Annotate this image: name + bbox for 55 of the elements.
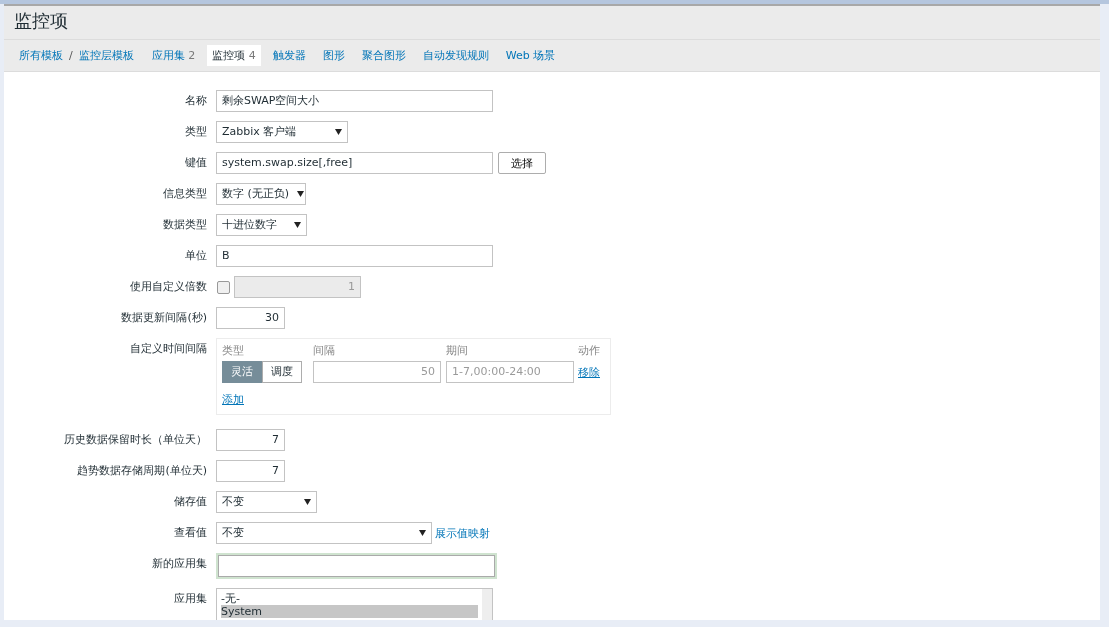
column-header: 间隔 — [313, 343, 336, 358]
caret-icon — [419, 530, 426, 536]
select-button[interactable]: 选择 — [498, 152, 546, 174]
list-option[interactable]: System — [221, 605, 478, 618]
column-header: 动作 — [578, 343, 601, 358]
tab[interactable]: Web 场景 — [500, 45, 561, 66]
breadcrumb-link[interactable]: 监控层模板 — [73, 45, 139, 66]
column-header: 类型 — [222, 343, 245, 358]
application-listbox[interactable]: -无- System — [216, 588, 493, 620]
tab[interactable]: 聚合图形 — [356, 45, 411, 66]
field-label: 趋势数据存储周期(单位天) — [76, 463, 207, 479]
tab[interactable]: 监控项 4 — [207, 45, 261, 66]
value-mapping-link[interactable]: 展示值映射 — [435, 525, 490, 541]
tab[interactable]: 自动发现规则 — [417, 45, 494, 66]
page-title: 监控项 — [4, 6, 1100, 40]
tab[interactable]: 应用集 2 — [146, 45, 201, 66]
column-header: 期间 — [446, 343, 469, 358]
dropdown[interactable]: Zabbix 客户端 — [216, 121, 348, 143]
field-label: 类型 — [184, 124, 207, 140]
field-label: 历史数据保留时长（单位天） — [63, 432, 207, 448]
breadcrumb-link[interactable]: 所有模板 — [14, 45, 68, 66]
number-field[interactable]: 7 — [216, 460, 285, 482]
field-label: 新的应用集 — [151, 556, 207, 572]
number-field[interactable]: 7 — [216, 429, 285, 451]
field-label: 应用集 — [173, 591, 207, 607]
field-label: 单位 — [184, 248, 207, 264]
dropdown[interactable]: 十进位数字 — [216, 214, 307, 236]
field-label: 键值 — [184, 155, 207, 171]
field-label: 信息类型 — [162, 186, 207, 202]
dropdown[interactable]: 数字 (无正负) — [216, 183, 306, 205]
field-label: 名称 — [184, 93, 207, 109]
remove-link[interactable]: 移除 — [578, 364, 605, 380]
number-field[interactable]: 30 — [216, 307, 285, 329]
caret-icon — [294, 222, 301, 228]
text-field[interactable]: system.swap.size[,free] — [216, 152, 493, 174]
text-field[interactable]: B — [216, 245, 493, 267]
field-label: 自定义时间间隔 — [129, 341, 207, 357]
dropdown[interactable]: 不变 — [216, 491, 317, 513]
list-option[interactable]: -无- — [221, 592, 478, 605]
field-label: 数据更新间隔(秒) — [120, 310, 207, 326]
tab[interactable]: 触发器 — [267, 45, 311, 66]
text-field[interactable]: 剩余SWAP空间大小 — [216, 90, 493, 112]
caret-icon — [304, 499, 311, 505]
field-label: 储存值 — [173, 494, 207, 510]
mode-toggle[interactable]: 调度 — [262, 361, 302, 383]
breadcrumb-separator: / — [68, 49, 74, 62]
field-label: 数据类型 — [162, 217, 207, 233]
add-link[interactable]: 添加 — [222, 392, 244, 407]
dropdown[interactable]: 不变 — [216, 522, 432, 544]
caret-icon — [335, 129, 342, 135]
field-label: 查看值 — [173, 525, 207, 541]
text-field[interactable] — [216, 553, 497, 579]
field-label: 使用自定义倍数 — [129, 279, 207, 295]
tab[interactable]: 图形 — [317, 45, 350, 66]
caret-icon — [297, 191, 305, 197]
